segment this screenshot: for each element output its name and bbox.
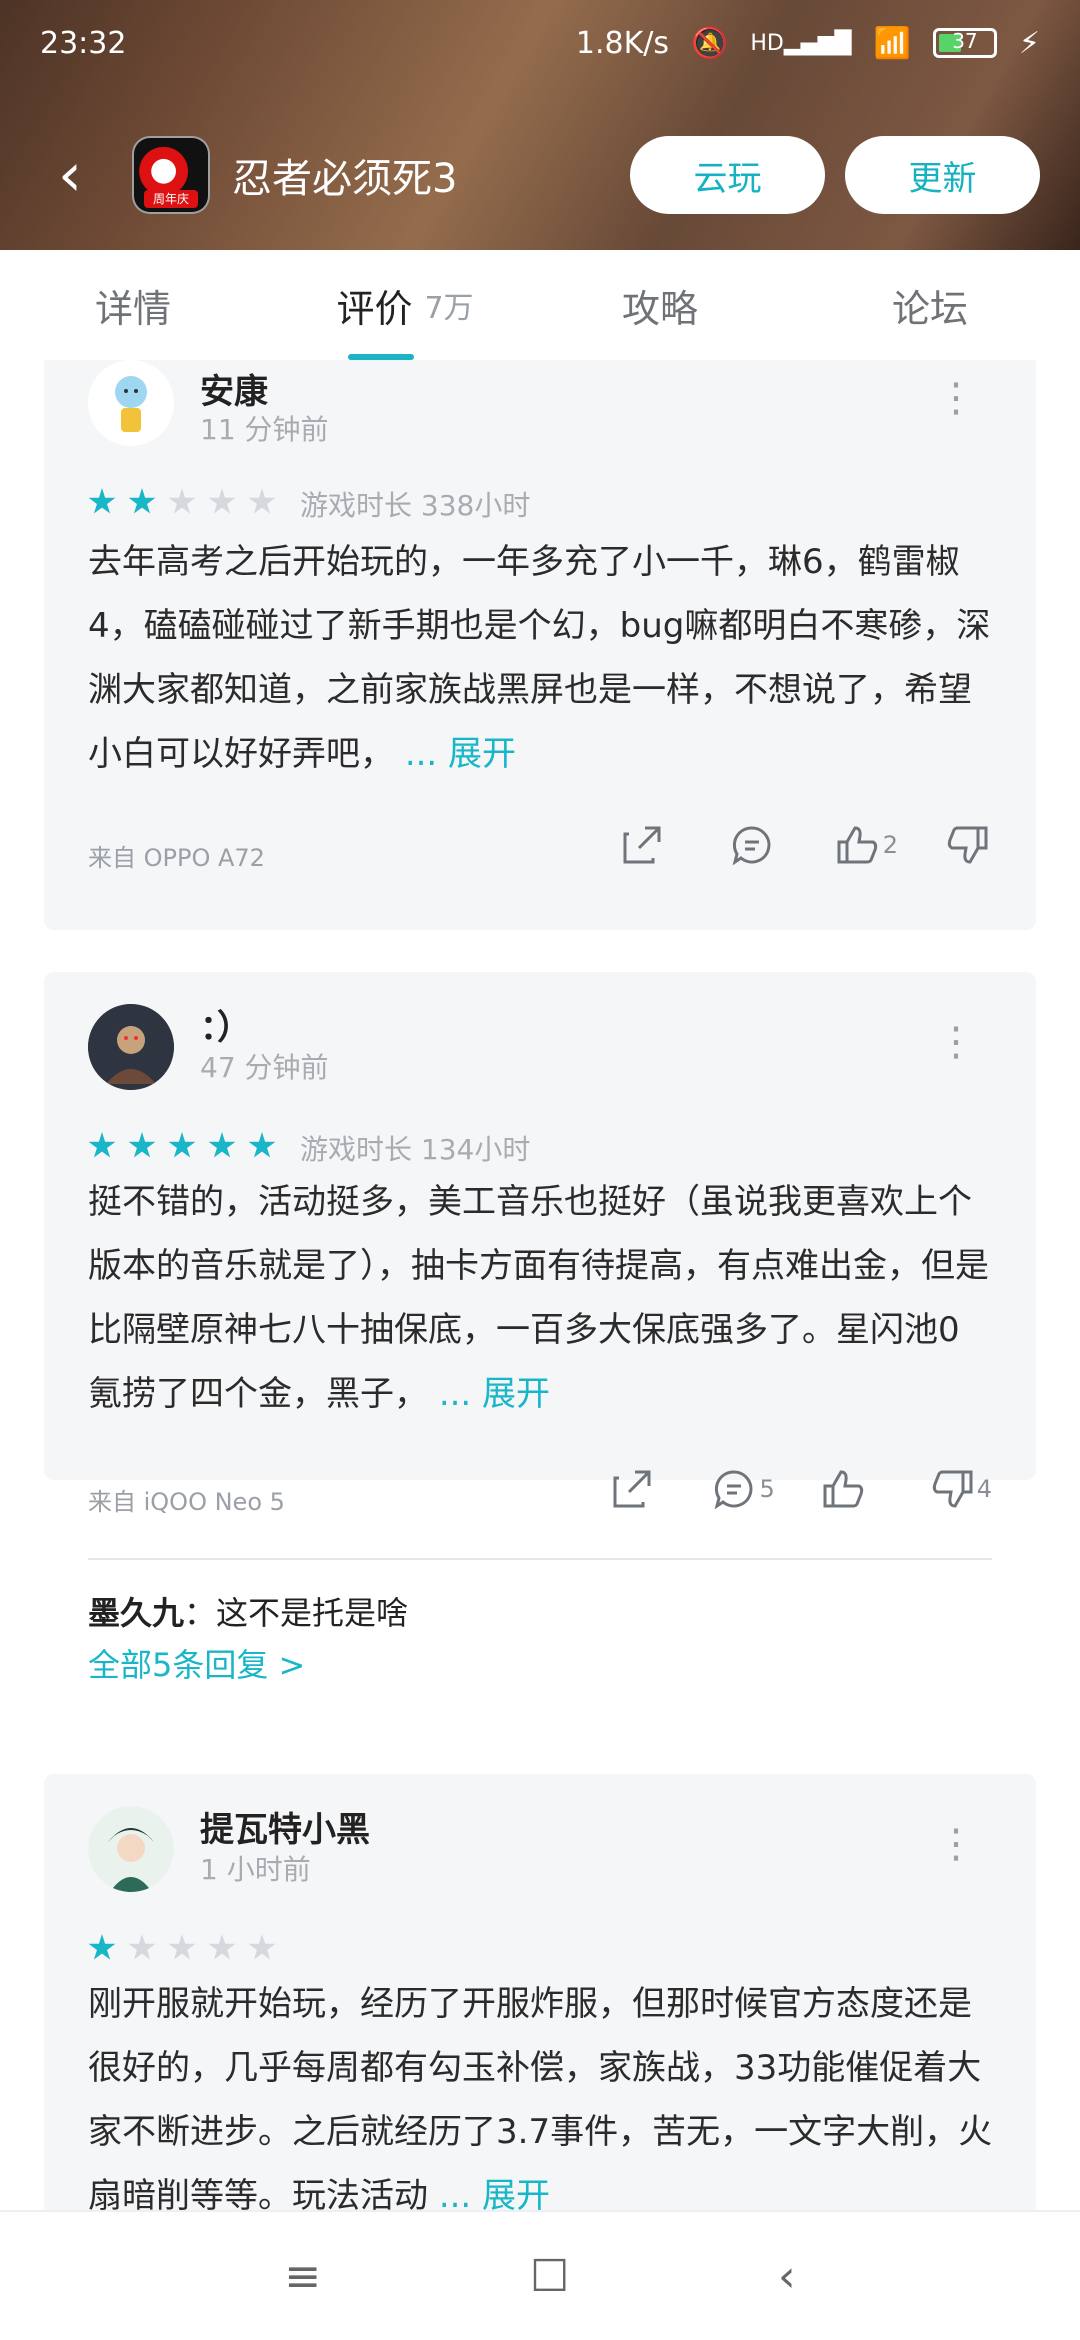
review-text[interactable]: 挺不错的，活动挺多，美工音乐也挺好（虽说我更喜欢上个版本的音乐就是了），抽卡方面… [88,1170,993,1426]
star-filled-icon [128,488,156,514]
review-card: ：） 47 分钟前 ⋮ 游戏时长 134小时 挺不错的，活动挺多，美工音乐也挺好… [44,972,1036,1684]
cloud-play-button[interactable]: 云玩 [630,136,825,214]
home-icon[interactable]: ☐ [530,2251,569,2302]
menu-icon[interactable]: ≡ [284,2251,321,2302]
review-text[interactable]: 刚开服就开始玩，经历了开服炸服，但那时候官方态度还是很好的，几乎每周都有勾玉补偿… [88,1972,993,2210]
avatar[interactable] [88,360,174,446]
like-icon[interactable] [819,1464,869,1514]
back-icon[interactable]: ‹ [778,2251,796,2302]
battery-level: 37 [952,29,978,53]
reply-text: ：这不是托是啥 [184,1594,409,1632]
comment-icon[interactable]: 5 [709,1464,775,1514]
avatar[interactable] [88,1004,174,1090]
comment-count: 5 [759,1475,775,1503]
dislike-icon[interactable] [942,820,992,870]
reviews-list[interactable]: 安康 11 分钟前 ⋮ 游戏时长 338小时 去年高考之后开始玩的，一年多充了小… [0,360,1080,2210]
review-time: 11 分钟前 [200,413,329,446]
app-icon-badge: 周年庆 [144,190,198,208]
dislike-count: 4 [976,1475,992,1503]
expand-link[interactable]: ... 展开 [405,734,516,774]
dislike-icon[interactable]: 4 [927,1464,992,1514]
device-label: 来自 iQOO Neo 5 [88,1488,285,1516]
review-card: 安康 11 分钟前 ⋮ 游戏时长 338小时 去年高考之后开始玩的，一年多充了小… [44,360,1036,930]
star-empty-icon [168,1934,196,1960]
expand-link[interactable]: ... 展开 [439,2176,550,2210]
more-options-icon[interactable]: ⋮ [936,378,976,418]
charging-icon: ⚡ [1018,25,1040,61]
review-time: 47 分钟前 [200,1051,329,1084]
star-filled-icon [128,1132,156,1158]
rating-stars [88,488,276,516]
star-empty-icon [128,1934,156,1960]
expand-link[interactable]: ... 展开 [439,1374,550,1414]
reply-user[interactable]: 墨久九 [88,1594,184,1632]
star-filled-icon [88,1934,116,1960]
star-empty-icon [248,1934,276,1960]
like-count: 2 [882,831,898,859]
more-options-icon[interactable]: ⋮ [936,1022,976,1062]
play-time: 游戏时长 338小时 [300,489,531,522]
battery-icon: 37 [932,28,997,58]
share-icon[interactable] [607,1464,657,1514]
star-empty-icon [248,488,276,514]
reply-preview[interactable]: 墨久九：这不是托是啥 [88,1588,408,1634]
star-empty-icon [208,1934,236,1960]
avatar[interactable] [88,1806,174,1892]
star-filled-icon [168,1132,196,1158]
star-filled-icon [208,1132,236,1158]
rating-stars [88,1934,276,1962]
reviews-count: 7万 [424,291,474,326]
star-filled-icon [88,1132,116,1158]
status-time: 23:32 [40,25,127,61]
all-replies-link[interactable]: 全部5条回复 > [88,1640,305,1686]
back-chevron-icon[interactable]: ‹ [58,145,118,205]
tab-details[interactable]: 详情 [0,250,270,360]
review-time: 1 小时前 [200,1853,311,1886]
star-filled-icon [88,488,116,514]
tab-reviews[interactable]: 评价 7万 [270,250,540,360]
network-speed: 1.8K/s [575,25,670,61]
app-header: 23:32 1.8K/s 🔕 HD▂▄▆█ 📶 37 ⚡ ‹ 周年庆 忍者必须死… [0,0,1080,250]
divider [88,1558,992,1560]
app-title: 忍者必须死3 [232,156,458,202]
star-empty-icon [168,488,196,514]
app-icon: 周年庆 [132,136,210,214]
wifi-icon: 📶 [873,25,911,61]
share-icon[interactable] [617,820,667,870]
star-filled-icon [248,1132,276,1158]
review-card: 提瓦特小黑 1 小时前 ⋮ 刚开服就开始玩，经历了开服炸服，但那时候官方态度还是… [44,1774,1036,2210]
mute-icon: 🔕 [691,25,729,61]
review-text[interactable]: 去年高考之后开始玩的，一年多充了小一千，琳6，鹤雷椒4，磕磕碰碰过了新手期也是个… [88,530,993,786]
rating-stars [88,1132,276,1160]
device-label: 来自 OPPO A72 [88,844,265,872]
tab-forum[interactable]: 论坛 [780,250,1080,360]
like-icon[interactable]: 2 [833,820,898,870]
reviewer-name[interactable]: ：） [200,1000,251,1049]
reviewer-name[interactable]: 安康 [200,364,268,413]
signal-icon: HD▂▄▆█ [750,30,852,56]
system-nav-bar: ≡ ☐ ‹ [0,2210,1080,2340]
star-empty-icon [208,488,236,514]
status-bar: 23:32 1.8K/s 🔕 HD▂▄▆█ 📶 37 ⚡ [40,18,1040,68]
comment-icon[interactable] [727,820,777,870]
more-options-icon[interactable]: ⋮ [936,1824,976,1864]
tab-bar: 详情 评价 7万 攻略 论坛 [0,250,1080,360]
tab-guides[interactable]: 攻略 [540,250,780,360]
update-button[interactable]: 更新 [845,136,1040,214]
play-time: 游戏时长 134小时 [300,1133,531,1166]
reviewer-name[interactable]: 提瓦特小黑 [200,1802,370,1851]
